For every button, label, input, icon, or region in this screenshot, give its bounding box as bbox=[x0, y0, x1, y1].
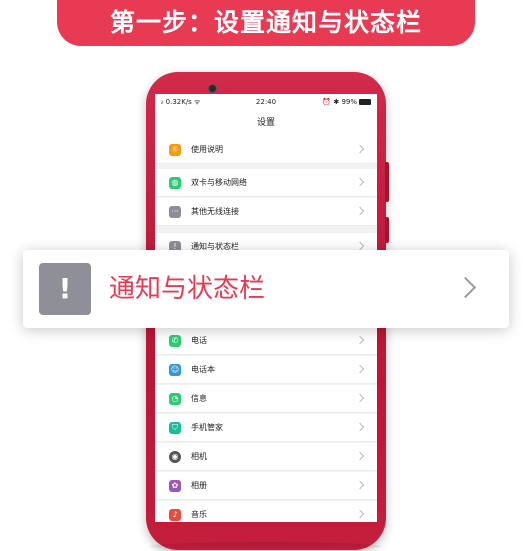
chevron-right-icon bbox=[355, 241, 365, 251]
step-banner: 第一步：设置通知与状态栏 bbox=[57, 0, 475, 46]
chevron-right-icon bbox=[355, 509, 365, 519]
page-title: 设置 bbox=[155, 110, 377, 136]
chevron-right-icon bbox=[355, 177, 365, 187]
gallery-icon: ✿ bbox=[169, 480, 181, 492]
chevron-right-icon bbox=[355, 480, 365, 490]
notification-icon: ! bbox=[39, 263, 91, 315]
settings-row-gallery[interactable]: ✿ 相册 bbox=[155, 472, 377, 500]
contacts-icon: ☺ bbox=[169, 364, 181, 376]
message-icon: ◔ bbox=[169, 393, 181, 405]
settings-row-label: 相机 bbox=[191, 452, 207, 461]
front-camera-icon bbox=[208, 84, 217, 93]
status-bar: ᵢₗ 0.32K/s ᯤ 22:40 ⏰ ✱ 99% bbox=[155, 94, 377, 110]
settings-row-label: 相册 bbox=[191, 481, 207, 490]
phone-shadow bbox=[150, 542, 382, 551]
lightbulb-icon: ☼ bbox=[169, 144, 181, 156]
settings-row-label: 手机管家 bbox=[191, 423, 223, 432]
phone-icon: ✆ bbox=[169, 335, 181, 347]
chevron-right-icon bbox=[355, 393, 365, 403]
settings-row-camera[interactable]: ◉ 相机 bbox=[155, 443, 377, 471]
settings-row-label: 其他无线连接 bbox=[191, 207, 239, 216]
settings-row-wireless[interactable]: ··· 其他无线连接 bbox=[155, 198, 377, 226]
settings-row-dual-sim[interactable]: ◍ 双卡与移动网络 bbox=[155, 169, 377, 197]
chevron-right-icon bbox=[355, 422, 365, 432]
settings-row-phone-manager[interactable]: ⛉ 手机管家 bbox=[155, 414, 377, 442]
chevron-right-icon bbox=[355, 144, 365, 154]
settings-row-music[interactable]: ♪ 音乐 bbox=[155, 501, 377, 522]
settings-row-label: 使用说明 bbox=[191, 145, 223, 154]
power-button bbox=[385, 217, 389, 243]
settings-row-label: 信息 bbox=[191, 394, 207, 403]
shield-icon: ⛉ bbox=[169, 422, 181, 434]
music-icon: ♪ bbox=[169, 509, 181, 521]
chevron-right-icon bbox=[355, 451, 365, 461]
globe-icon: ◍ bbox=[169, 177, 181, 189]
settings-row-label: 双卡与移动网络 bbox=[191, 178, 247, 187]
settings-row-instructions[interactable]: ☼ 使用说明 bbox=[155, 136, 377, 164]
more-icon: ··· bbox=[169, 206, 181, 218]
battery-icon bbox=[359, 99, 371, 105]
chevron-right-icon bbox=[355, 206, 365, 216]
settings-row-messages[interactable]: ◔ 信息 bbox=[155, 385, 377, 413]
settings-row-phone[interactable]: ✆ 电话 bbox=[155, 327, 377, 355]
status-icons: ⏰ ✱ 99% bbox=[322, 98, 357, 106]
settings-row-label: 音乐 bbox=[191, 510, 207, 519]
chevron-right-icon bbox=[454, 276, 477, 299]
chevron-right-icon bbox=[355, 364, 365, 374]
chevron-right-icon bbox=[355, 335, 365, 345]
settings-row-contacts[interactable]: ☺ 电话本 bbox=[155, 356, 377, 384]
settings-row-label: 电话本 bbox=[191, 365, 215, 374]
highlight-card-label: 通知与状态栏 bbox=[109, 274, 266, 304]
camera-icon: ◉ bbox=[169, 451, 181, 463]
highlight-notification-card[interactable]: ! 通知与状态栏 bbox=[23, 250, 509, 328]
settings-row-label: 电话 bbox=[191, 336, 207, 345]
volume-button bbox=[385, 162, 389, 202]
